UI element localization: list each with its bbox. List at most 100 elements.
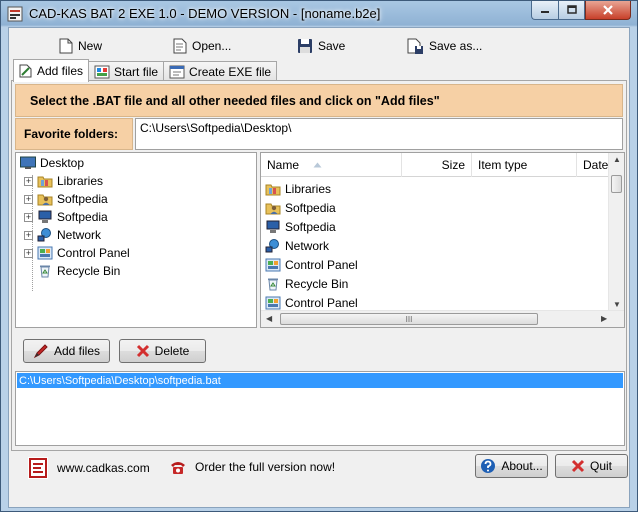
about-button[interactable]: About... [475, 454, 548, 478]
new-document-icon [59, 38, 73, 54]
save-as-button[interactable]: Save as... [407, 36, 482, 56]
floppy-disk-icon [298, 39, 312, 53]
list-item[interactable]: Control Panel [265, 255, 358, 274]
new-button[interactable]: New [59, 36, 102, 56]
tree-item-label: Network [57, 228, 102, 242]
order-label: Order the full version now! [195, 460, 336, 474]
tree-item-desktop[interactable]: Desktop [20, 154, 84, 172]
tree-item-network[interactable]: + Network [24, 226, 101, 244]
delete-label: Delete [154, 344, 190, 358]
save-label: Save [318, 39, 346, 53]
delete-button[interactable]: Delete [119, 339, 206, 363]
list-item[interactable]: Libraries [265, 179, 331, 198]
open-button[interactable]: Open... [173, 36, 231, 56]
new-label: New [78, 39, 103, 53]
tree-item-recycle-bin[interactable]: Recycle Bin [37, 262, 120, 280]
add-files-button[interactable]: Add files [23, 339, 110, 363]
tree-item-control-panel[interactable]: + Control Panel [24, 244, 130, 262]
tab-add-files[interactable]: Add files [13, 59, 90, 82]
network-icon [37, 228, 51, 242]
quit-button[interactable]: Quit [555, 454, 628, 478]
vertical-scrollbar[interactable]: ▲ ▼ [608, 153, 624, 311]
telephone-icon [171, 462, 185, 474]
list-item-label: Softpedia [285, 200, 336, 215]
horizontal-scrollbar[interactable]: ◀ III ▶ [261, 310, 624, 327]
tree-item-label: Desktop [40, 156, 85, 170]
main-panel: New Open... Save Save as... Add files St… [8, 27, 630, 508]
desktop-icon [20, 156, 36, 169]
about-label: About... [501, 459, 543, 473]
start-file-tab-icon [94, 65, 110, 79]
tab-create-exe[interactable]: Create EXE file [163, 61, 278, 82]
quit-x-icon [571, 459, 585, 473]
website-link[interactable]: www.cadkas.com [27, 456, 150, 480]
close-button[interactable] [585, 1, 631, 20]
list-item[interactable]: Network [265, 236, 329, 255]
column-label: Name [267, 158, 300, 172]
maximize-button[interactable] [558, 1, 585, 20]
expand-icon[interactable]: + [24, 248, 33, 258]
user-folder-icon [265, 203, 281, 214]
horizontal-scroll-thumb[interactable]: III [280, 313, 538, 325]
tree-item-label: Softpedia [57, 210, 108, 224]
tree-item-softpedia-computer[interactable]: + Softpedia [24, 208, 108, 226]
scroll-grip: III [405, 314, 413, 324]
column-item-type[interactable]: Item type [472, 153, 577, 177]
order-link[interactable]: Order the full version now! [169, 459, 335, 475]
column-size[interactable]: Size [402, 153, 472, 177]
maximize-icon [566, 5, 577, 14]
list-item-label: Softpedia [285, 219, 336, 234]
list-item-label: Libraries [285, 181, 332, 196]
tab-strip: Add files Start file Create EXE file [13, 59, 278, 82]
file-list[interactable]: Name Size Item type Date Libraries Softp… [260, 152, 625, 328]
cadkas-logo-icon [28, 457, 48, 479]
tab-start-file[interactable]: Start file [88, 61, 165, 82]
expand-icon[interactable]: + [24, 176, 33, 186]
column-label: Size [441, 158, 465, 172]
vertical-scroll-thumb[interactable] [611, 175, 622, 193]
list-item[interactable]: Softpedia [265, 198, 336, 217]
control-panel-icon [265, 258, 281, 271]
website-label: www.cadkas.com [57, 461, 150, 475]
folder-tree[interactable]: Desktop + Libraries + Softpedia + Softpe… [15, 152, 257, 328]
tab-label: Create EXE file [189, 65, 272, 79]
save-button[interactable]: Save [297, 36, 345, 56]
title-bar[interactable]: CAD-KAS BAT 2 EXE 1.0 - DEMO VERSION - [… [1, 1, 637, 27]
added-files-list[interactable]: C:\Users\Softpedia\Desktop\softpedia.bat [15, 371, 625, 446]
scroll-right-icon[interactable]: ▶ [601, 314, 607, 323]
added-file-row[interactable]: C:\Users\Softpedia\Desktop\softpedia.bat [17, 373, 623, 388]
tab-label: Add files [37, 64, 84, 78]
expand-icon[interactable]: + [24, 194, 33, 204]
tree-item-softpedia-user[interactable]: + Softpedia [24, 190, 108, 208]
column-label: Item type [478, 158, 528, 172]
instruction-banner: Select the .BAT file and all other neede… [15, 84, 623, 117]
tree-item-libraries[interactable]: + Libraries [24, 172, 103, 190]
scroll-left-icon[interactable]: ◀ [266, 314, 272, 323]
minimize-icon [541, 11, 549, 13]
tree-item-label: Softpedia [57, 192, 108, 206]
tree-item-label: Control Panel [57, 246, 130, 260]
scroll-down-icon[interactable]: ▼ [613, 300, 621, 309]
quit-label: Quit [589, 459, 612, 473]
list-item-label: Network [285, 238, 330, 253]
pen-icon [33, 344, 48, 359]
list-item[interactable]: Softpedia [265, 217, 336, 236]
minimize-button[interactable] [531, 1, 558, 20]
favorite-folders-input[interactable]: C:\Users\Softpedia\Desktop\ [135, 118, 623, 150]
window-title: CAD-KAS BAT 2 EXE 1.0 - DEMO VERSION - [… [29, 6, 381, 21]
recycle-bin-icon [40, 265, 50, 278]
open-label: Open... [192, 39, 232, 53]
add-files-tab-icon [19, 64, 32, 78]
scroll-up-icon[interactable]: ▲ [613, 155, 621, 164]
list-item-label: Control Panel [285, 295, 358, 310]
libraries-icon [265, 184, 281, 195]
close-icon [603, 5, 613, 15]
user-folder-icon [37, 194, 53, 206]
list-item[interactable]: Recycle Bin [265, 274, 348, 293]
favorite-folders-label: Favorite folders: [15, 118, 133, 150]
column-name[interactable]: Name [261, 153, 402, 177]
expand-icon[interactable]: + [24, 212, 33, 222]
column-label: Date [583, 158, 609, 172]
tree-item-label: Libraries [57, 174, 104, 188]
expand-icon[interactable]: + [24, 230, 33, 240]
